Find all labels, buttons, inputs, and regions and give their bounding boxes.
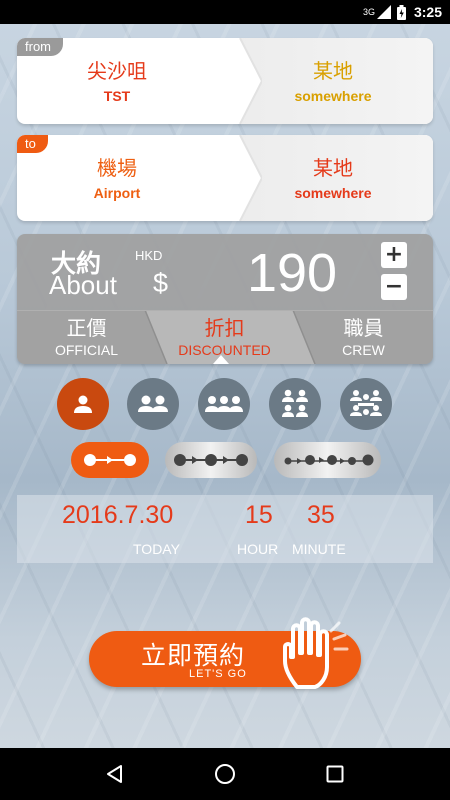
minute-value[interactable]: 35 (307, 501, 335, 530)
date-label: TODAY (133, 541, 180, 557)
tab-crew-en: CREW (342, 342, 385, 358)
fare-panel: 大約 About HKD $ 190 + − 正價 OFFICIAL 折扣 DI… (17, 234, 433, 364)
book-now-label-zh: 立即預約 (141, 641, 246, 670)
to-destination[interactable]: 某地 somewhere (233, 135, 433, 221)
tab-discounted-en: DISCOUNTED (178, 342, 271, 358)
passengers-6-button[interactable] (340, 378, 392, 430)
to-origin[interactable]: 機場 Airport (17, 135, 217, 221)
book-now-label-en: LET'S GO (189, 668, 247, 680)
minute-label: MINUTE (292, 541, 346, 557)
fare-price: 190 (246, 243, 338, 303)
single-person-icon (74, 395, 92, 413)
fare-type-tabs: 正價 OFFICIAL 折扣 DISCOUNTED 職員 CREW (17, 310, 433, 364)
to-dest-zh: 某地 (313, 156, 353, 180)
two-stop-route-icon (174, 454, 248, 466)
from-route-card: from 尖沙咀 TST 某地 somewhere (17, 38, 433, 124)
tab-crew[interactable]: 職員 CREW (294, 310, 433, 364)
back-button[interactable] (95, 754, 135, 794)
stops-2-button[interactable] (165, 442, 257, 478)
from-dest-zh: 某地 (313, 59, 353, 83)
signal-icon (376, 5, 391, 19)
system-nav-bar (0, 748, 450, 800)
three-people-icon (205, 396, 243, 412)
home-icon (215, 764, 235, 784)
clock: 3:25 (413, 4, 442, 20)
hour-label: HOUR (237, 541, 279, 557)
back-icon (107, 765, 122, 783)
from-dest-en: somewhere (294, 88, 372, 104)
tab-official-en: OFFICIAL (54, 342, 118, 358)
status-bar: 3G 3:25 (0, 0, 450, 24)
recents-button[interactable] (315, 754, 355, 794)
passengers-4-button[interactable] (269, 378, 321, 430)
network-type: 3G (362, 7, 375, 17)
six-people-icon (350, 390, 382, 416)
currency-label: HKD (135, 248, 163, 263)
currency-symbol: $ (153, 268, 169, 298)
passengers-2-button[interactable] (127, 378, 179, 430)
about-label-en: About (49, 270, 117, 300)
waving-hand-icon (283, 617, 349, 689)
tab-official[interactable]: 正價 OFFICIAL (17, 310, 156, 364)
stops-1-button[interactable] (71, 442, 149, 478)
from-destination[interactable]: 某地 somewhere (233, 38, 433, 124)
date-value[interactable]: 2016.7.30 (62, 501, 173, 530)
two-people-icon (138, 395, 168, 412)
passengers-3-button[interactable] (198, 378, 250, 430)
tab-official-zh: 正價 (66, 316, 107, 340)
to-origin-zh: 機場 (97, 156, 137, 180)
home-button[interactable] (205, 754, 245, 794)
from-origin-zh: 尖沙咀 (87, 59, 147, 83)
to-route-card: to 機場 Airport 某地 somewhere (17, 135, 433, 221)
decrease-fare-button[interactable]: − (381, 274, 407, 300)
four-people-icon (282, 389, 308, 417)
book-now-button[interactable]: 立即預約 LET'S GO (89, 617, 361, 689)
to-dest-en: somewhere (294, 185, 372, 201)
from-origin-en: TST (103, 88, 131, 104)
to-origin-en: Airport (93, 185, 141, 201)
recents-icon (326, 765, 344, 783)
stops-4-button[interactable] (274, 442, 381, 478)
four-stop-route-icon (284, 454, 373, 466)
hour-value[interactable]: 15 (245, 501, 273, 530)
tab-crew-zh: 職員 (343, 316, 384, 340)
one-stop-route-icon (84, 454, 136, 466)
increase-fare-button[interactable]: + (381, 242, 407, 268)
tab-discounted-zh: 折扣 (204, 316, 245, 340)
passengers-1-button[interactable] (57, 378, 109, 430)
datetime-panel[interactable]: 2016.7.30 15 35 TODAY HOUR MINUTE (17, 495, 433, 563)
from-origin[interactable]: 尖沙咀 TST (17, 38, 217, 124)
battery-icon (396, 4, 406, 20)
tab-discounted[interactable]: 折扣 DISCOUNTED (155, 310, 294, 364)
